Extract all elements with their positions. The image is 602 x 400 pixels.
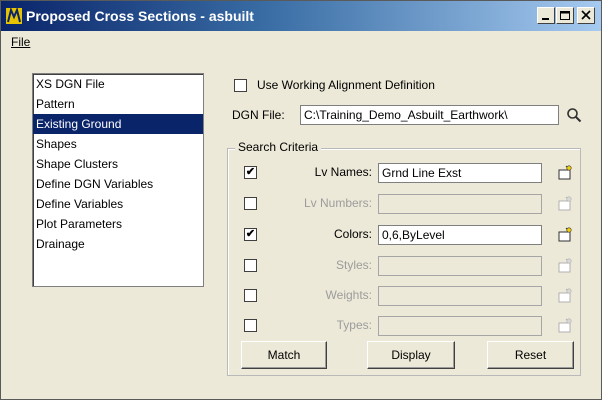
styles-checkbox[interactable] [244,259,257,272]
minimize-button[interactable] [537,7,555,24]
pick-element-icon[interactable] [557,258,573,274]
reset-button[interactable]: Reset [487,341,574,369]
close-icon [581,10,591,20]
types-input[interactable] [378,316,542,336]
maximize-icon [560,11,570,20]
lvnames-checkbox[interactable]: ✔ [244,166,257,179]
lvnumbers-checkbox[interactable] [244,197,257,210]
weights-checkbox[interactable] [244,289,257,302]
colors-checkbox[interactable]: ✔ [244,228,257,241]
use-working-alignment-label: Use Working Alignment Definition [257,78,435,92]
list-item[interactable]: Drainage [33,234,203,254]
list-item[interactable]: Shape Clusters [33,154,203,174]
list-item[interactable]: Plot Parameters [33,214,203,234]
colors-label: Colors: [333,227,372,241]
menu-bar: File [1,31,601,53]
list-item[interactable]: Pattern [33,94,203,114]
list-item[interactable]: Shapes [33,134,203,154]
colors-input[interactable]: 0,6,ByLevel [378,225,542,245]
styles-input[interactable] [378,256,542,276]
display-button[interactable]: Display [367,341,455,369]
lvnames-input[interactable]: Grnd Line Exst [378,163,542,183]
pick-element-icon[interactable] [557,288,573,304]
window-title: Proposed Cross Sections - asbuilt [26,8,254,24]
lvnames-label: Lv Names: [314,165,372,179]
menu-file-label: File [11,35,31,49]
magnifier-icon[interactable] [566,107,582,123]
weights-input[interactable] [378,286,542,306]
list-item[interactable]: Existing Ground [33,114,203,134]
list-item[interactable]: Define Variables [33,194,203,214]
lvnumbers-input[interactable] [378,194,542,214]
search-criteria-legend: Search Criteria [235,140,322,154]
match-button[interactable]: Match [241,341,327,369]
lvnumbers-label: Lv Numbers: [303,196,372,210]
close-button[interactable] [577,7,595,24]
types-checkbox[interactable] [244,319,257,332]
minimize-icon [542,18,549,20]
types-label: Types: [336,318,372,332]
pick-element-icon[interactable] [557,165,573,181]
section-nav-list[interactable]: XS DGN File Pattern Existing Ground Shapes S… [32,73,204,287]
title-bar[interactable]: Proposed Cross Sections - asbuilt [1,1,601,31]
restore-button[interactable] [556,7,574,24]
pick-element-icon[interactable] [557,227,573,243]
styles-label: Styles: [335,258,372,272]
dialog-window: Proposed Cross Sections - asbuilt File X… [0,0,602,400]
list-item[interactable]: XS DGN File [33,74,203,94]
menu-file[interactable]: File [11,35,30,49]
use-working-alignment-checkbox[interactable] [234,79,247,92]
list-item[interactable]: Define DGN Variables [33,174,203,194]
dgn-file-input[interactable]: C:\Training_Demo_Asbuilt_Earthwork\ [300,105,559,125]
pick-element-icon[interactable] [557,196,573,212]
weights-label: Weights: [325,288,372,302]
dgn-file-label: DGN File: [232,108,285,122]
microstation-icon [6,8,22,24]
pick-element-icon[interactable] [557,318,573,334]
